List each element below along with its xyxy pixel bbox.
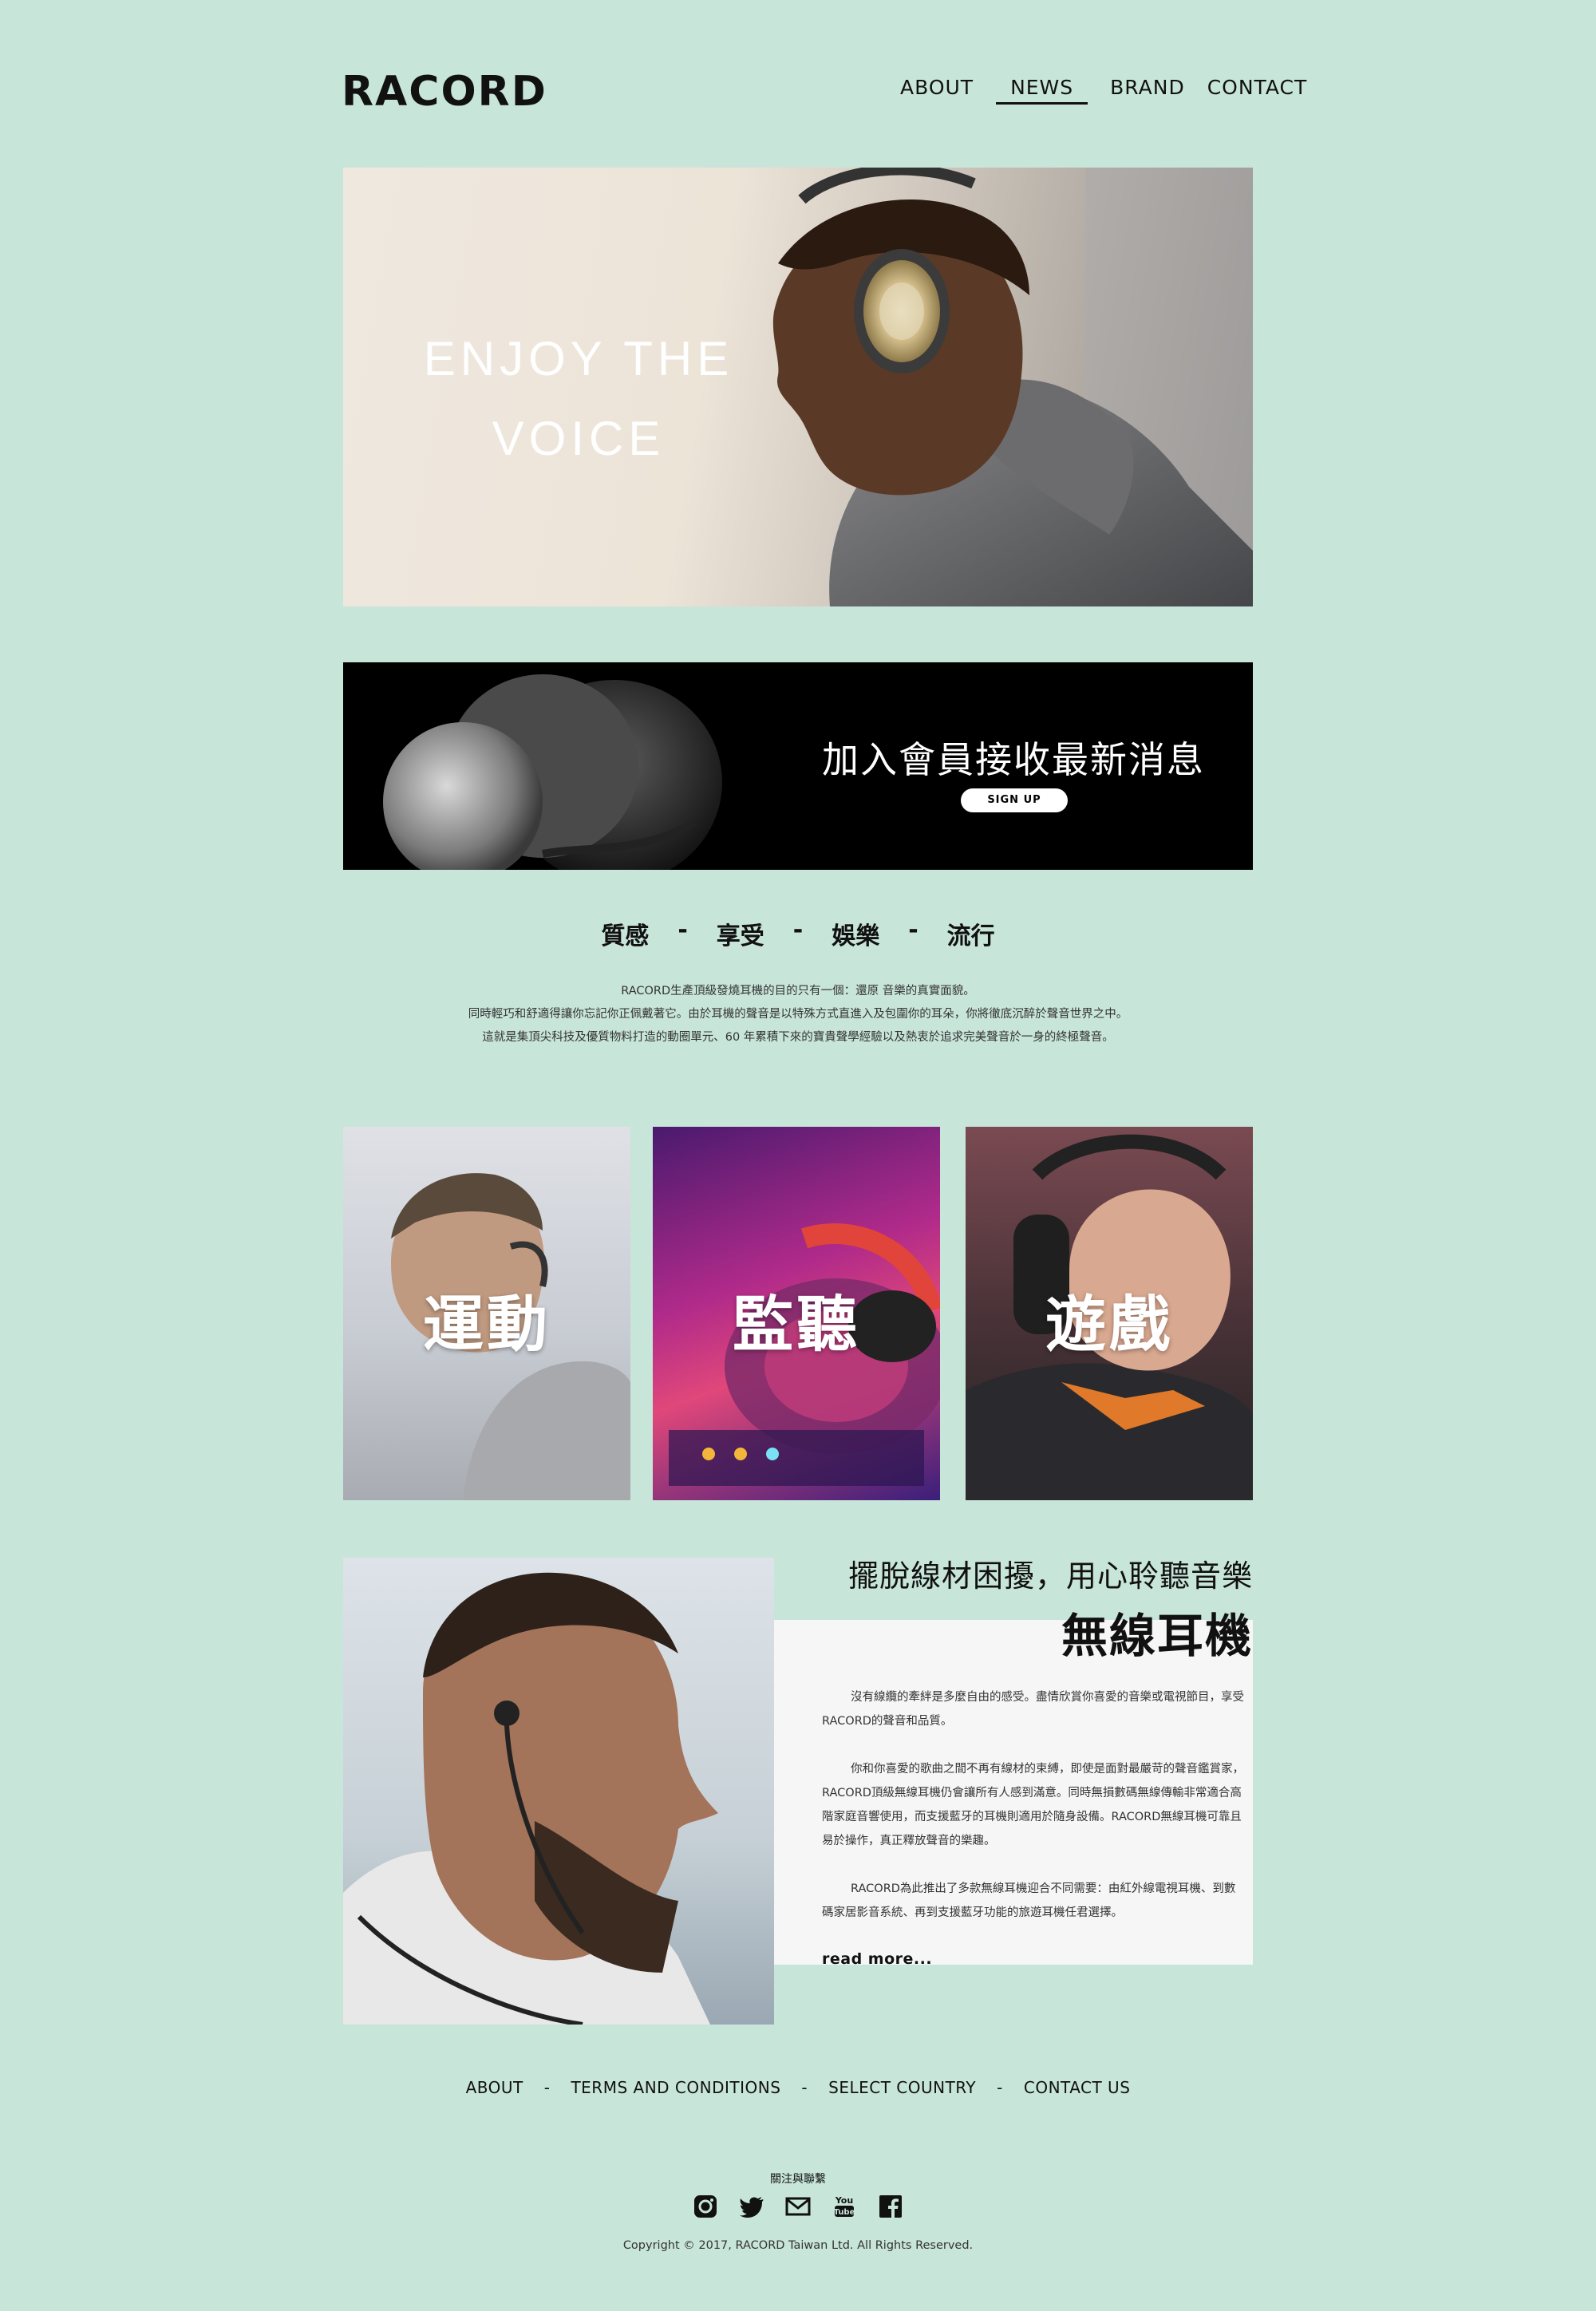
- mail-icon[interactable]: [784, 2193, 812, 2220]
- signup-title: 加入會員接收最新消息: [822, 738, 1205, 781]
- footer-link-country[interactable]: SELECT COUNTRY: [828, 2078, 976, 2097]
- category-label: 監聽: [733, 1289, 860, 1360]
- hero-line-2: VOICE: [492, 412, 666, 465]
- man-profile-image: [343, 1572, 718, 2025]
- wireless-feature-photo: [343, 1558, 774, 2025]
- facebook-icon[interactable]: [877, 2193, 904, 2220]
- social-links: You Tube: [0, 2193, 1596, 2220]
- footer-link-about[interactable]: ABOUT: [466, 2078, 523, 2097]
- footer-separator: -: [543, 2078, 551, 2097]
- category-label: 遊戲: [1045, 1289, 1173, 1360]
- footer-link-contact[interactable]: CONTACT US: [1024, 2078, 1131, 2097]
- feature-body: 沒有線纜的牽絆是多麼自由的感受。盡情欣賞你喜愛的音樂或電視節目，享受RACORD…: [822, 1685, 1245, 1973]
- category-label: 運動: [423, 1289, 551, 1360]
- nav-about[interactable]: ABOUT: [900, 76, 974, 105]
- category-sport[interactable]: 運動: [343, 1127, 630, 1500]
- svg-text:Tube: Tube: [834, 2208, 855, 2217]
- follow-label: 關注與聯繫: [770, 2173, 826, 2186]
- feature-heading: 擺脫線材困擾，用心聆聽音樂 無線耳機: [848, 1551, 1253, 1665]
- instagram-icon[interactable]: [692, 2193, 719, 2220]
- signup-button[interactable]: SIGN UP: [961, 788, 1068, 812]
- tag-separator: -: [908, 916, 918, 944]
- tag-separator: -: [678, 916, 688, 944]
- feature-subtitle: 擺脫線材困擾，用心聆聽音樂: [847, 1558, 1253, 1594]
- feature-tags: 質感 - 享受 - 娛樂 - 流行: [0, 916, 1596, 951]
- twitter-icon[interactable]: [738, 2193, 765, 2220]
- nav-brand[interactable]: BRAND: [1110, 76, 1185, 105]
- youtube-icon[interactable]: You Tube: [831, 2193, 858, 2220]
- tag-item: 娛樂: [832, 922, 880, 950]
- footer-separator: -: [801, 2078, 808, 2097]
- brand-intro: RACORD生產頂級發燒耳機的目的只有一個：還原 音樂的真實面貌。 同時輕巧和舒…: [0, 980, 1596, 1049]
- earbuds-image: [383, 674, 722, 870]
- tag-item: 享受: [716, 922, 764, 950]
- intro-line: RACORD生產頂級發燒耳機的目的只有一個：還原 音樂的真實面貌。: [621, 985, 975, 997]
- nav-contact[interactable]: CONTACT: [1207, 76, 1308, 105]
- feature-paragraph: 你和你喜愛的歌曲之間不再有線材的束縛，即使是面對最嚴苛的聲音鑑賞家，RACORD…: [822, 1763, 1244, 1847]
- intro-line: 這就是集頂尖科技及優質物料打造的動圈單元、60 年累積下來的寶貴聲學經驗以及熱衷…: [482, 1031, 1114, 1044]
- copyright: Copyright © 2017, RACORD Taiwan Ltd. All…: [622, 2239, 974, 2252]
- feature-title: 無線耳機: [1061, 1609, 1253, 1663]
- read-more-link[interactable]: read more...: [822, 1947, 932, 1971]
- category-gaming[interactable]: 遊戲: [966, 1127, 1253, 1500]
- footer-separator: -: [997, 2078, 1003, 2097]
- feature-paragraph: 沒有線纜的牽絆是多麼自由的感受。盡情欣賞你喜愛的音樂或電視節目，享受RACORD…: [822, 1691, 1244, 1728]
- hero-headline: ENJOY THE VOICE: [419, 319, 738, 479]
- tag-separator: -: [792, 916, 804, 944]
- tag-item: 質感: [601, 922, 650, 950]
- main-nav: ABOUT NEWS BRAND CONTACT: [900, 76, 1307, 105]
- site-logo[interactable]: RACORD: [342, 67, 547, 117]
- hero-banner: ENJOY THE VOICE: [343, 168, 1253, 606]
- signup-banner: 加入會員接收最新消息 SIGN UP: [343, 662, 1253, 870]
- intro-line: 同時輕巧和舒適得讓你忘記你正佩戴著它。由於耳機的聲音是以特殊方式直進入及包圍你的…: [468, 1008, 1128, 1021]
- category-monitor[interactable]: 監聽: [653, 1127, 940, 1500]
- feature-paragraph: RACORD為此推出了多款無線耳機迎合不同需要：由紅外線電視耳機、到數碼家居影音…: [822, 1882, 1236, 1919]
- footer-link-terms[interactable]: TERMS AND CONDITIONS: [571, 2078, 780, 2097]
- hero-line-1: ENJOY THE: [423, 332, 734, 385]
- footer-nav: ABOUT - TERMS AND CONDITIONS - SELECT CO…: [0, 2078, 1596, 2097]
- tag-item: 流行: [946, 922, 995, 950]
- nav-news[interactable]: NEWS: [996, 76, 1088, 105]
- svg-text:You: You: [835, 2195, 853, 2206]
